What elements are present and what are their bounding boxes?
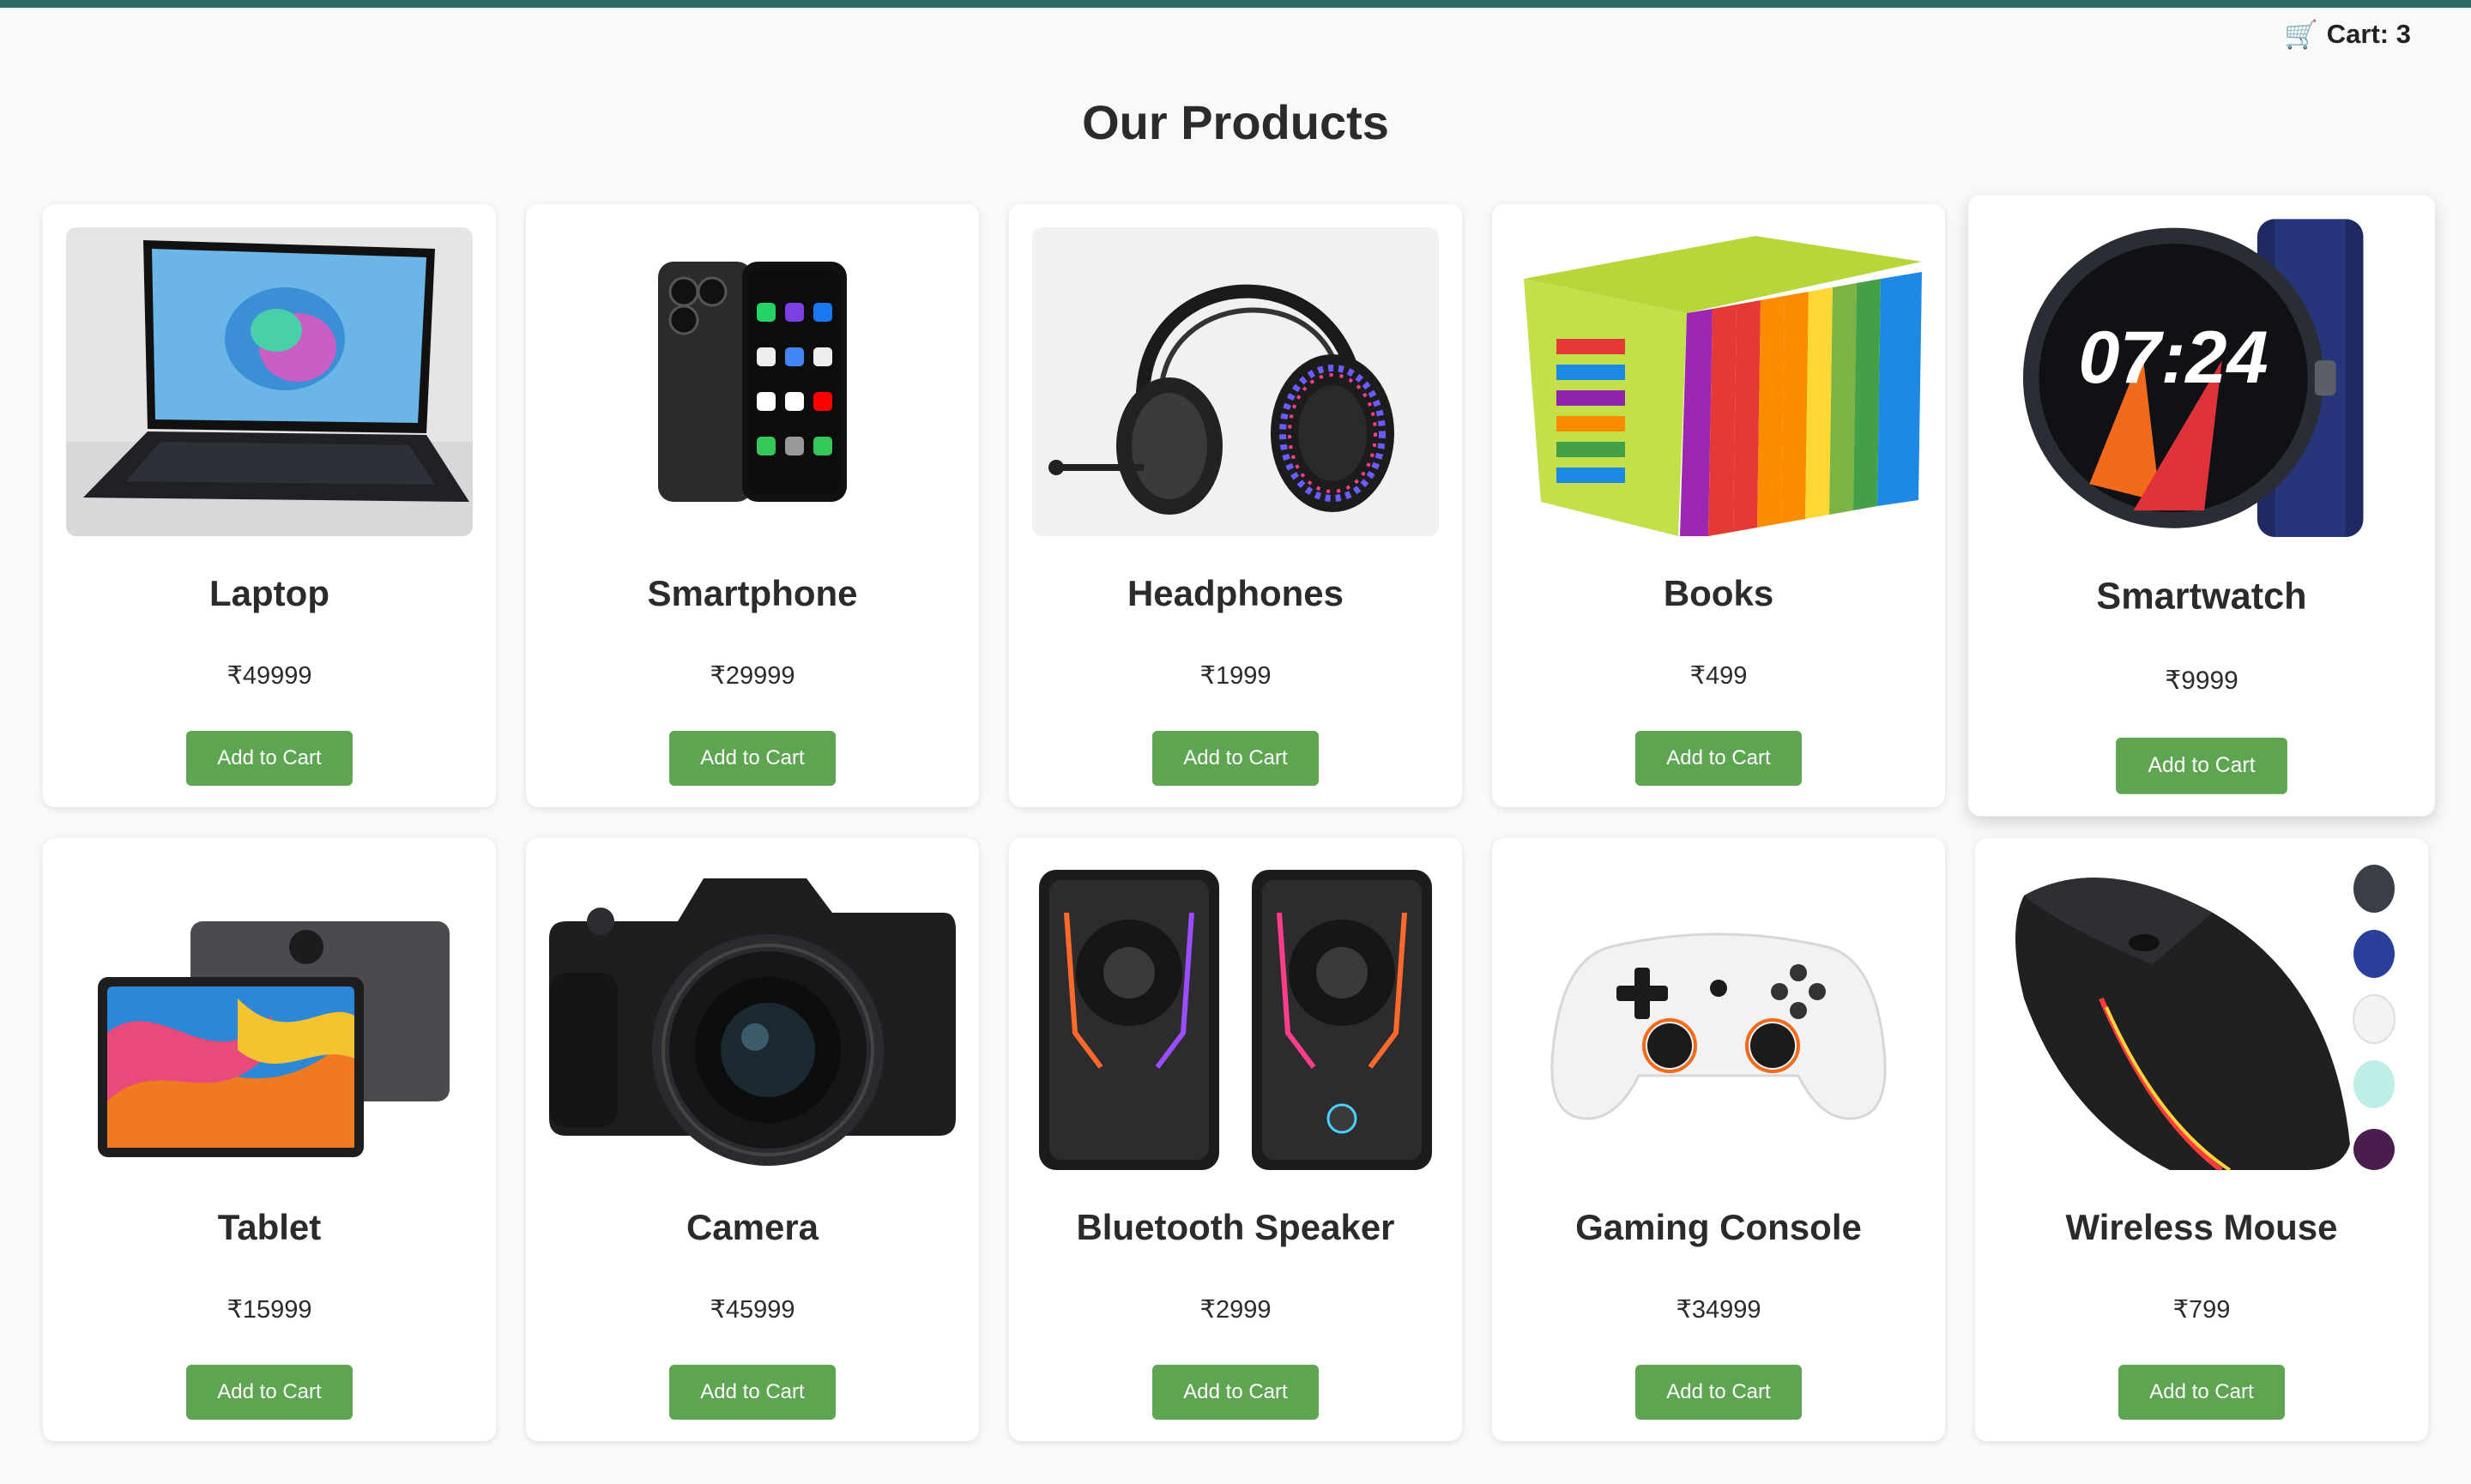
add-to-cart-button[interactable]: Add to Cart xyxy=(2116,737,2287,794)
books-icon xyxy=(1515,227,1922,536)
smartphone-icon xyxy=(549,227,956,536)
mouse-icon xyxy=(1998,861,2405,1170)
product-card: Gaming Console ₹34999 Add to Cart xyxy=(1492,838,1945,1441)
product-name: Laptop xyxy=(209,573,329,613)
gamepad-icon xyxy=(1515,861,1922,1170)
product-name: Books xyxy=(1663,573,1774,613)
product-grid: Laptop ₹49999 Add to Cart Smartphone ₹29… xyxy=(43,195,2435,1441)
product-price: ₹2999 xyxy=(1199,1296,1272,1324)
product-card: Smartphone ₹29999 Add to Cart xyxy=(526,204,979,807)
add-to-cart-button[interactable]: Add to Cart xyxy=(2118,1365,2285,1420)
product-name: Bluetooth Speaker xyxy=(1076,1207,1395,1247)
product-price: ₹34999 xyxy=(1676,1296,1761,1324)
add-to-cart-button[interactable]: Add to Cart xyxy=(669,731,836,786)
product-price: ₹1999 xyxy=(1199,662,1272,690)
product-name: Wireless Mouse xyxy=(2065,1207,2338,1247)
product-card: Camera ₹45999 Add to Cart xyxy=(526,838,979,1441)
product-card: Bluetooth Speaker ₹2999 Add to Cart xyxy=(1009,838,1462,1441)
add-to-cart-button[interactable]: Add to Cart xyxy=(669,1365,836,1420)
product-price: ₹499 xyxy=(1689,662,1748,690)
speaker-icon xyxy=(1032,861,1439,1170)
add-to-cart-button[interactable]: Add to Cart xyxy=(1152,1365,1319,1420)
laptop-icon xyxy=(66,227,473,536)
product-price: ₹49999 xyxy=(227,662,312,690)
camera-icon xyxy=(549,861,956,1170)
product-name: Smartphone xyxy=(647,573,858,613)
shopping-cart-icon: 🛒 xyxy=(2283,19,2318,50)
headphones-icon xyxy=(1032,227,1439,536)
product-card: Books ₹499 Add to Cart xyxy=(1492,204,1945,807)
add-to-cart-button[interactable]: Add to Cart xyxy=(1635,731,1802,786)
add-to-cart-button[interactable]: Add to Cart xyxy=(1635,1365,1802,1420)
product-price: ₹45999 xyxy=(710,1296,795,1324)
product-name: Camera xyxy=(686,1207,819,1247)
product-name: Gaming Console xyxy=(1575,1207,1862,1247)
product-card: Wireless Mouse ₹799 Add to Cart xyxy=(1975,838,2428,1441)
product-card: Headphones ₹1999 Add to Cart xyxy=(1009,204,1462,807)
cart-indicator[interactable]: 🛒 Cart: 3 xyxy=(2284,19,2411,50)
cart-count-label: Cart: 3 xyxy=(2326,19,2411,49)
product-price: ₹799 xyxy=(2172,1296,2231,1324)
smartwatch-icon: 07:24 xyxy=(1991,219,2412,538)
product-card: Tablet ₹15999 Add to Cart xyxy=(43,838,496,1441)
add-to-cart-button[interactable]: Add to Cart xyxy=(186,731,353,786)
tablet-icon xyxy=(66,861,473,1170)
product-name: Smartwatch xyxy=(2096,575,2307,617)
product-price: ₹9999 xyxy=(2165,667,2238,696)
product-name: Tablet xyxy=(217,1207,322,1247)
svg-text:07:24: 07:24 xyxy=(2078,317,2268,399)
product-price: ₹29999 xyxy=(710,662,795,690)
product-name: Headphones xyxy=(1127,573,1344,613)
top-accent-bar xyxy=(0,0,2471,8)
add-to-cart-button[interactable]: Add to Cart xyxy=(1152,731,1319,786)
page-title: Our Products xyxy=(1082,95,1389,149)
product-card: 07:24 Smartwatch ₹9999 Add to Cart xyxy=(1968,195,2435,817)
add-to-cart-button[interactable]: Add to Cart xyxy=(186,1365,353,1420)
product-price: ₹15999 xyxy=(227,1296,312,1324)
product-card: Laptop ₹49999 Add to Cart xyxy=(43,204,496,807)
